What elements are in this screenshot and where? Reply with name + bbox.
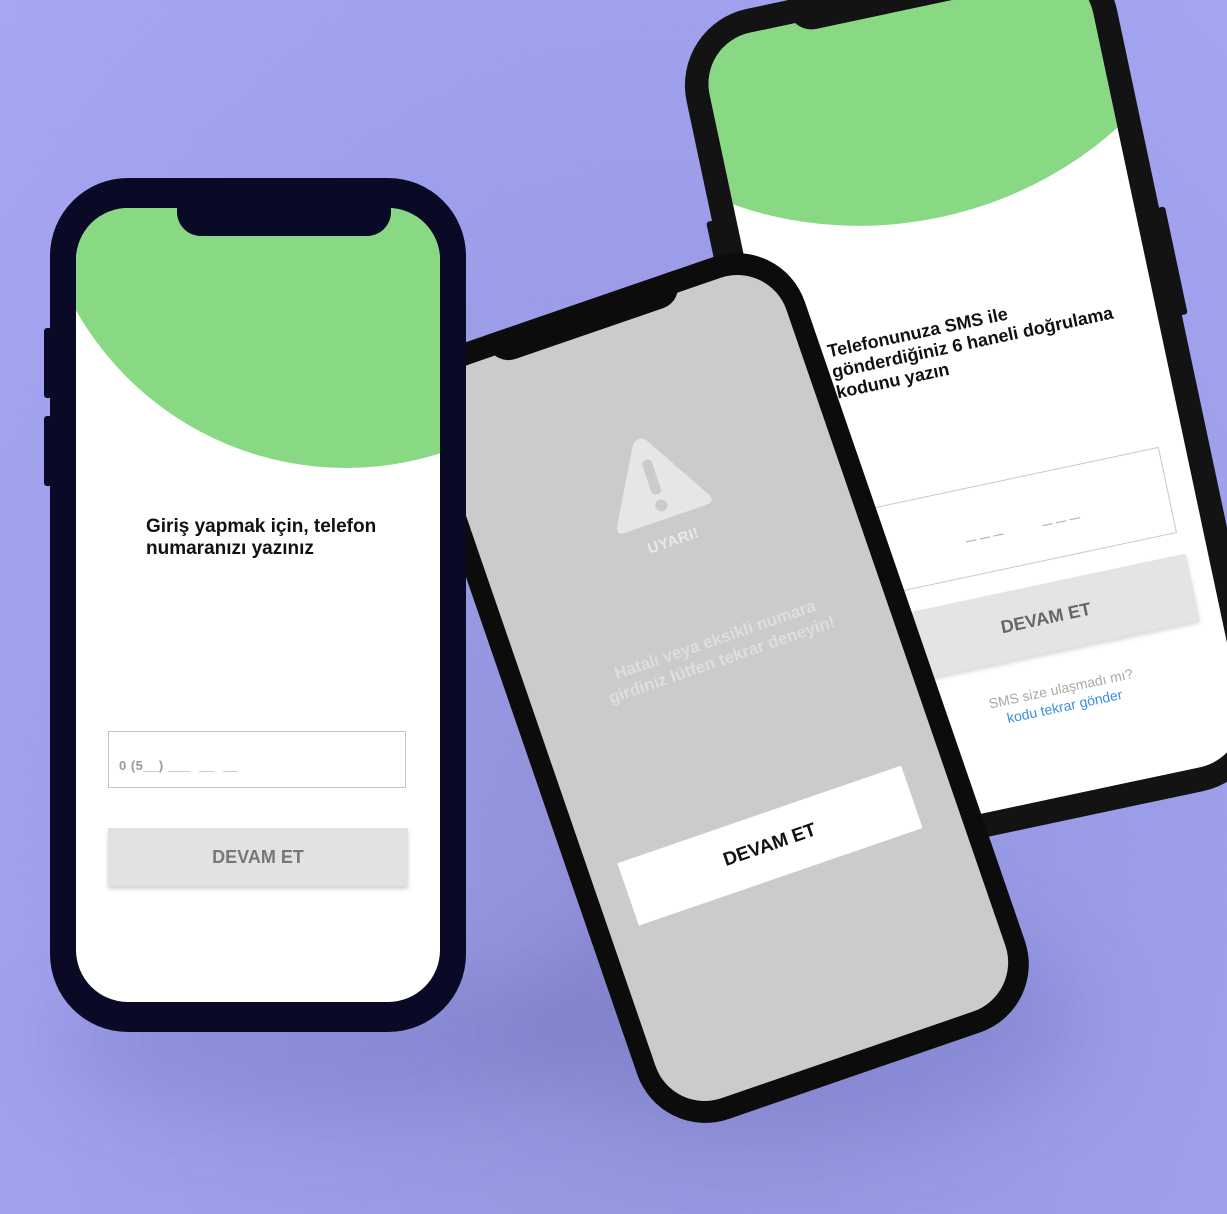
continue-button[interactable]: DEVAM ET <box>108 828 408 886</box>
header-green-shape <box>698 0 1227 291</box>
phone-login: Giriş yapmak için, telefon numaranızı ya… <box>44 178 466 1032</box>
warning-message: Hatalı veya eksikli numara girdiniz lütf… <box>606 596 838 708</box>
login-instruction-title: Giriş yapmak için, telefon numaranızı ya… <box>146 516 377 559</box>
warning-block: UYARI! <box>580 414 733 568</box>
phone-side-button <box>44 328 52 398</box>
phone-number-input[interactable] <box>108 731 406 788</box>
phone-side-button <box>44 416 52 486</box>
header-green-shape <box>76 208 440 468</box>
phone-screen: Giriş yapmak için, telefon numaranızı ya… <box>76 208 440 1002</box>
phone-side-button <box>1157 206 1188 316</box>
phone-notch <box>177 204 391 236</box>
continue-button[interactable]: DEVAM ET <box>617 765 923 926</box>
sms-instruction-title: Telefonunuza SMS ile gönderdiğiniz 6 han… <box>825 302 1115 403</box>
